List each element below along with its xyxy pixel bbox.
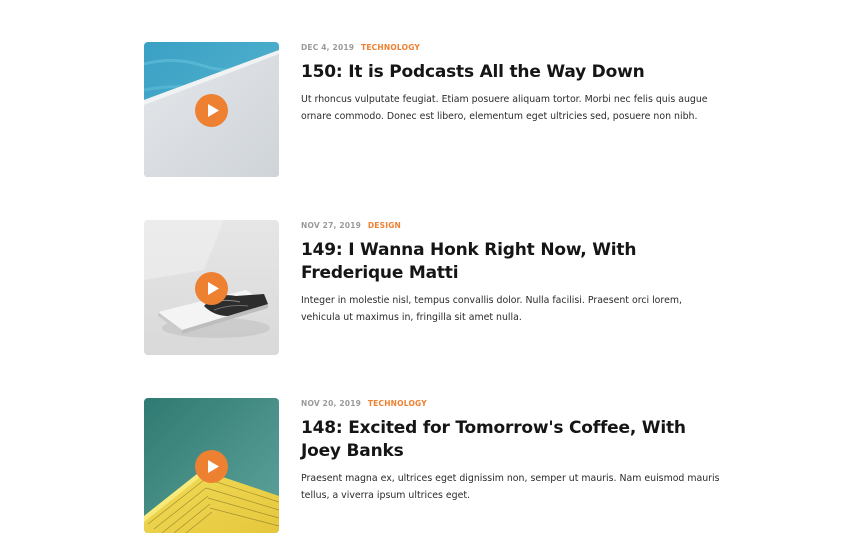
episode-item: NOV 20, 2019 TECHNOLOGY 148: Excited for… [144, 398, 724, 534]
episode-item: NOV 27, 2019 DESIGN 149: I Wanna Honk Ri… [144, 220, 724, 356]
episode-date: DEC 4, 2019 [301, 43, 355, 52]
episode-date: NOV 27, 2019 [301, 221, 362, 230]
episode-date: NOV 20, 2019 [301, 399, 362, 408]
episode-category-link[interactable]: DESIGN [368, 221, 401, 230]
play-button[interactable] [195, 94, 228, 127]
episode-meta: NOV 20, 2019 TECHNOLOGY [301, 398, 721, 410]
episode-description: Integer in molestie nisl, tempus convall… [301, 295, 682, 323]
episode-thumbnail[interactable] [144, 220, 279, 355]
episode-meta: DEC 4, 2019 TECHNOLOGY [301, 42, 721, 54]
episode-title[interactable]: 149: I Wanna Honk Right Now, With Freder… [301, 239, 721, 285]
play-icon [208, 460, 219, 473]
episode-category-link[interactable]: TECHNOLOGY [368, 399, 427, 408]
play-button[interactable] [195, 450, 228, 483]
play-button[interactable] [195, 272, 228, 305]
play-icon [208, 104, 219, 117]
episode-list: DEC 4, 2019 TECHNOLOGY 150: It is Podcas… [0, 0, 856, 560]
episode-item: DEC 4, 2019 TECHNOLOGY 150: It is Podcas… [144, 42, 724, 178]
episode-title[interactable]: 150: It is Podcasts All the Way Down [301, 61, 721, 84]
episode-thumbnail[interactable] [144, 398, 279, 533]
episode-description: Ut rhoncus vulputate feugiat. Etiam posu… [301, 94, 708, 122]
play-icon [208, 282, 219, 295]
episode-body: NOV 27, 2019 DESIGN 149: I Wanna Honk Ri… [301, 220, 721, 326]
episode-description: Praesent magna ex, ultrices eget digniss… [301, 473, 720, 501]
episode-meta: NOV 27, 2019 DESIGN [301, 220, 721, 232]
episode-category-link[interactable]: TECHNOLOGY [361, 43, 420, 52]
episode-body: NOV 20, 2019 TECHNOLOGY 148: Excited for… [301, 398, 721, 504]
episode-thumbnail[interactable] [144, 42, 279, 177]
episode-body: DEC 4, 2019 TECHNOLOGY 150: It is Podcas… [301, 42, 721, 125]
episode-title[interactable]: 148: Excited for Tomorrow's Coffee, With… [301, 417, 721, 463]
